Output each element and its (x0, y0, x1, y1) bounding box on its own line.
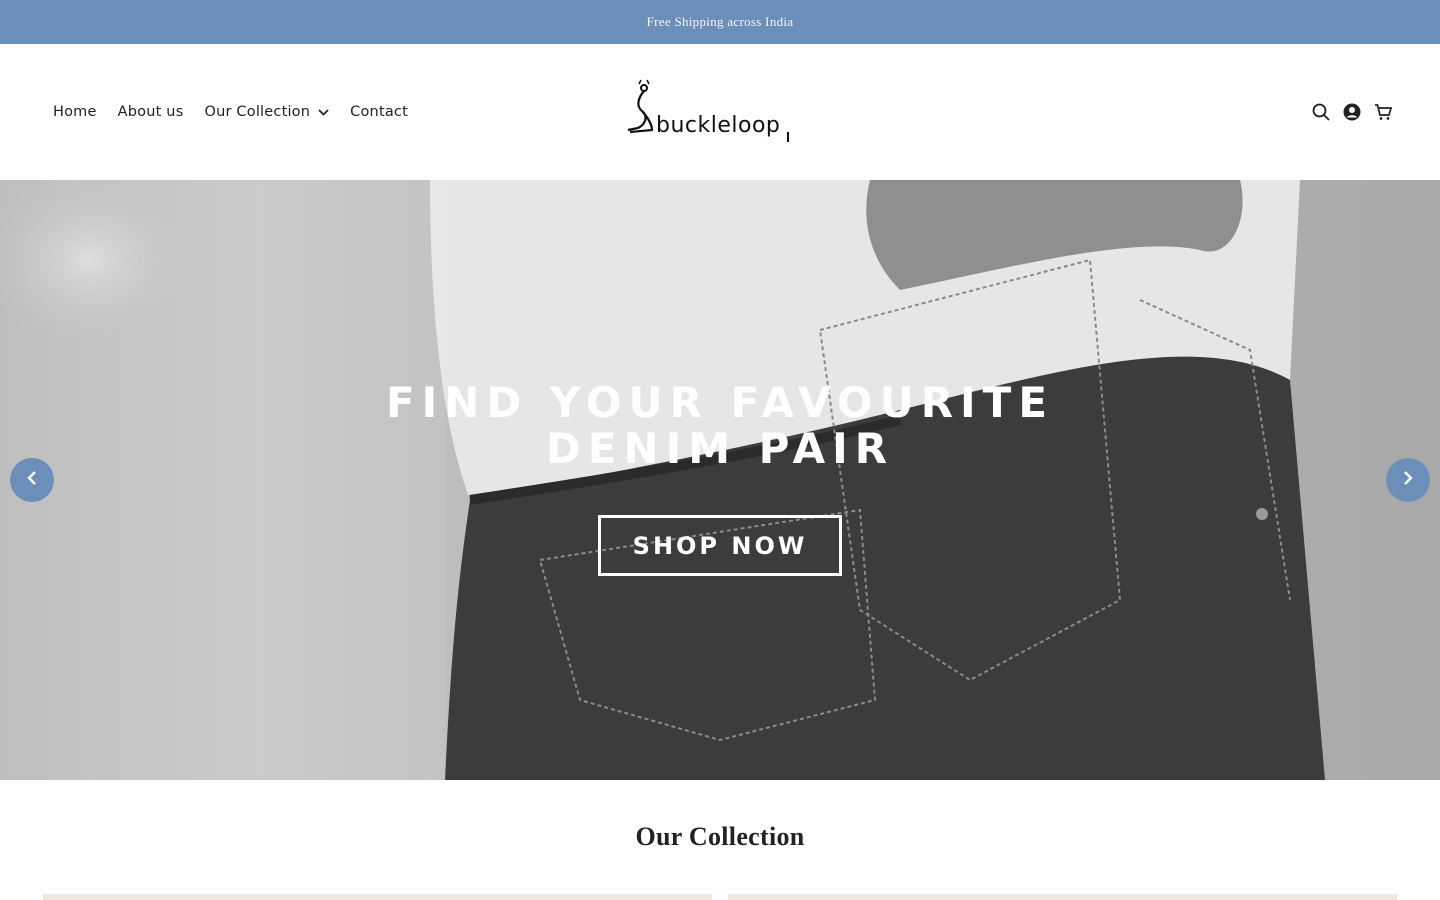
chevron-right-icon (1402, 470, 1414, 491)
collection-heading: Our Collection (635, 822, 805, 851)
shop-now-button[interactable]: SHOP NOW (598, 515, 842, 576)
nav-item-our-collection[interactable]: Our Collection (204, 104, 329, 120)
chevron-left-icon (26, 470, 38, 491)
collection-card[interactable] (43, 894, 712, 900)
hero-banner: FIND YOUR FAVOURITE DENIM PAIR SHOP NOW (0, 180, 1440, 780)
main-nav: Home About us Our Collection Contact (53, 44, 429, 180)
nav-item-contact[interactable]: Contact (350, 104, 408, 120)
search-icon[interactable] (1311, 103, 1330, 122)
svg-text:buckleloop: buckleloop (656, 113, 780, 138)
account-icon[interactable] (1342, 103, 1361, 122)
announcement-text: Free Shipping across India (646, 14, 794, 29)
nav-item-about[interactable]: About us (118, 104, 184, 120)
slider-next-button[interactable] (1386, 458, 1430, 502)
header-icons (1311, 44, 1392, 180)
nav-item-label: About us (117, 104, 184, 120)
nav-item-label: Home (53, 104, 97, 120)
slider-prev-button[interactable] (10, 458, 54, 502)
hero-title-line2: DENIM PAIR (545, 424, 895, 473)
cart-icon[interactable] (1373, 103, 1392, 122)
nav-item-label: Contact (350, 104, 408, 120)
collection-card[interactable] (728, 894, 1397, 900)
hero-title-line1: FIND YOUR FAVOURITE (385, 378, 1055, 427)
nav-item-label: Our Collection (204, 104, 311, 120)
brand-logo[interactable]: buckleloop (622, 78, 818, 144)
announcement-bar: Free Shipping across India (0, 0, 1440, 44)
hero-image (0, 180, 1325, 780)
chevron-down-icon (318, 108, 329, 116)
nav-item-home[interactable]: Home (53, 104, 97, 120)
site-header: Home About us Our Collection Contact buc… (0, 44, 1440, 180)
hero-title: FIND YOUR FAVOURITE DENIM PAIR (0, 380, 1440, 472)
